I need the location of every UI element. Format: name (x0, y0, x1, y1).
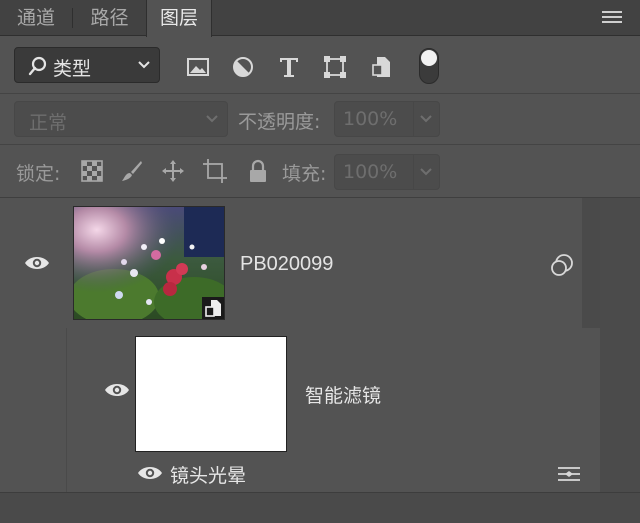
panel-tab-bar: 通道 路径 图层 (0, 0, 640, 37)
fill-label: 填充: (282, 163, 327, 185)
lock-fill-row: 锁定: 填充: 100% (0, 146, 640, 198)
input-divider (413, 102, 414, 136)
filter-toggle-switch[interactable] (419, 48, 439, 84)
input-divider (413, 155, 414, 189)
smart-object-filter-icon[interactable] (370, 55, 394, 79)
adjustment-filter-icon[interactable] (231, 55, 255, 79)
fill-value: 100% (343, 161, 398, 183)
filter-blending-options-icon[interactable] (557, 464, 581, 484)
visibility-eye-icon[interactable] (137, 465, 163, 481)
panel-menu-icon[interactable] (602, 11, 622, 25)
blend-mode-value: 正常 (29, 112, 68, 134)
blend-mode-dropdown[interactable]: 正常 (14, 101, 228, 137)
layers-bottom-bar (0, 492, 640, 523)
layers-panel: 通道 路径 图层 类型 正常 不透明度: 100% 锁定: 填充: 100% P… (0, 0, 640, 523)
opacity-input[interactable]: 100% (334, 101, 440, 137)
smart-filters-group: 智能滤镜 镜头光晕 (66, 328, 600, 492)
opacity-value: 100% (343, 108, 398, 130)
tab-layers[interactable]: 图层 (146, 0, 212, 37)
shape-filter-icon[interactable] (323, 55, 347, 79)
layer-row[interactable]: PB020099 (0, 198, 600, 328)
image-filter-icon[interactable] (186, 55, 210, 79)
layer-name[interactable]: PB020099 (240, 253, 333, 276)
tab-paths[interactable]: 路径 (73, 0, 146, 36)
chevron-down-icon (206, 115, 218, 123)
lock-all-icon[interactable] (246, 159, 270, 183)
filter-kind-label: 类型 (53, 58, 92, 80)
lock-artboard-icon[interactable] (203, 159, 227, 183)
layers-gutter (600, 198, 640, 492)
lock-brush-icon[interactable] (120, 159, 144, 183)
type-filter-icon[interactable] (277, 55, 301, 79)
layer-thumbnail[interactable] (73, 206, 225, 320)
filter-name[interactable]: 镜头光晕 (170, 461, 246, 488)
chevron-down-icon (138, 61, 150, 69)
smart-filters-label[interactable]: 智能滤镜 (305, 381, 381, 408)
blend-opacity-row: 正常 不透明度: 100% (0, 95, 640, 145)
chevron-down-icon (420, 168, 432, 176)
scrollbar-thumb[interactable] (582, 198, 600, 328)
visibility-eye-icon[interactable] (24, 255, 50, 271)
smart-object-badge-icon (202, 297, 224, 319)
search-icon (28, 56, 47, 76)
chevron-down-icon (420, 115, 432, 123)
lock-label: 锁定: (16, 163, 61, 185)
filter-mask-thumbnail[interactable] (135, 336, 287, 452)
layers-list: PB020099 智能滤镜 镜头光晕 (0, 198, 640, 492)
lock-move-icon[interactable] (161, 159, 185, 183)
layers-scrollbar[interactable] (582, 198, 600, 328)
opacity-label: 不透明度: (238, 111, 321, 133)
tab-channels[interactable]: 通道 (0, 0, 72, 36)
layer-filter-row: 类型 (0, 37, 640, 94)
toggle-knob (421, 50, 437, 66)
fill-input[interactable]: 100% (334, 154, 440, 190)
smart-filter-indicator-icon[interactable] (550, 253, 574, 277)
filter-kind-dropdown[interactable]: 类型 (14, 47, 160, 83)
lock-transparency-icon[interactable] (80, 159, 104, 183)
visibility-eye-icon[interactable] (104, 382, 130, 398)
